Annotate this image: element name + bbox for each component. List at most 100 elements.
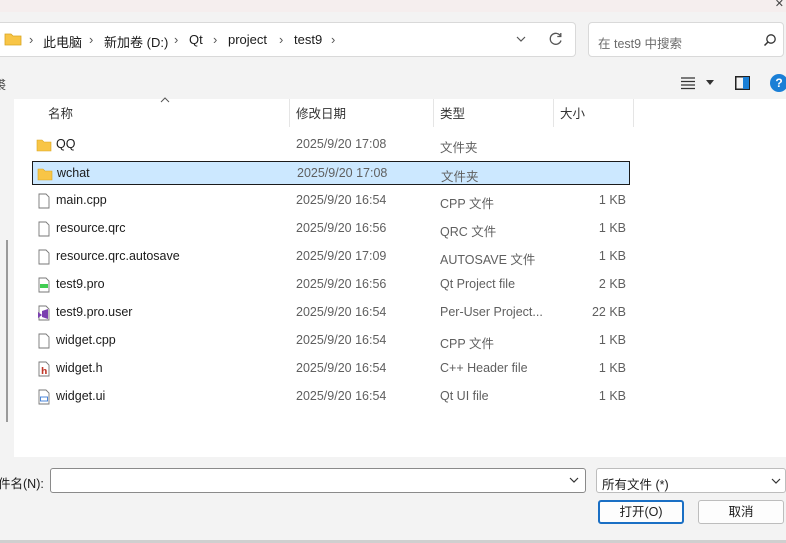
refresh-icon[interactable] [548, 31, 564, 47]
file-type: 文件夹 [440, 141, 478, 155]
file-name: widget.ui [56, 389, 106, 403]
file-type-filter[interactable]: 所有文件 (*) [596, 468, 786, 493]
list-item[interactable]: main.cpp 2025/9/20 16:54 CPP 文件 1 KB [32, 189, 630, 213]
file-size: 1 KB [598, 389, 626, 403]
file-size: 1 KB [598, 221, 626, 235]
list-item[interactable]: h widget.h 2025/9/20 16:54 C++ Header fi… [32, 357, 630, 381]
file-size: 2 KB [598, 277, 626, 291]
breadcrumb-separator[interactable]: › [279, 32, 283, 47]
column-header-date[interactable]: 修改日期 [296, 103, 346, 127]
file-name: test9.pro [56, 277, 105, 291]
file-date: 2025/9/20 16:54 [296, 361, 387, 375]
file-name: test9.pro.user [56, 305, 133, 319]
list-item[interactable]: widget.ui 2025/9/20 16:54 Qt UI file 1 K… [32, 385, 630, 409]
file-date: 2025/9/20 17:08 [297, 166, 388, 180]
chevron-down-icon[interactable] [771, 477, 781, 485]
qt-project-icon [38, 277, 50, 293]
address-bar[interactable]: › 此电脑 › 新加卷 (D:) › Qt › project › test9 … [0, 22, 576, 57]
organize-menu-fragment[interactable]: 裘 [0, 76, 6, 93]
column-divider[interactable] [633, 99, 634, 127]
file-type: Qt UI file [440, 389, 489, 403]
column-header-type[interactable]: 类型 [440, 103, 465, 127]
document-icon [38, 193, 50, 209]
column-divider[interactable] [433, 99, 434, 127]
file-name: main.cpp [56, 193, 107, 207]
file-type: Qt Project file [440, 277, 516, 291]
visual-studio-icon [38, 305, 50, 321]
file-date: 2025/9/20 16:54 [296, 305, 387, 319]
document-icon [38, 249, 50, 265]
breadcrumb-separator[interactable]: › [331, 32, 335, 47]
file-type: 文件夹 [441, 170, 479, 184]
chevron-down-icon[interactable] [569, 476, 579, 484]
column-divider[interactable] [289, 99, 290, 127]
caret-down-icon[interactable] [706, 80, 714, 86]
close-icon[interactable]: ✕ [775, 0, 784, 10]
file-date: 2025/9/20 16:54 [296, 389, 387, 403]
file-type: AUTOSAVE 文件 [440, 253, 536, 267]
file-type: CPP 文件 [440, 337, 494, 351]
list-item[interactable]: QQ 2025/9/20 17:08 文件夹 [32, 133, 630, 157]
filename-field[interactable] [50, 468, 586, 493]
breadcrumb-separator[interactable]: › [89, 32, 93, 47]
file-date: 2025/9/20 16:56 [296, 221, 387, 235]
breadcrumb-separator[interactable]: › [174, 32, 178, 47]
column-header-name[interactable]: 名称 [48, 103, 73, 127]
breadcrumb-drive-d[interactable]: 新加卷 (D:) [104, 32, 168, 51]
cancel-button[interactable]: 取消 [698, 500, 784, 524]
file-type: QRC 文件 [440, 225, 497, 239]
list-item-selected[interactable]: wchat 2025/9/20 17:08 文件夹 [32, 161, 630, 185]
file-name: resource.qrc.autosave [56, 249, 180, 263]
ui-file-icon [38, 389, 50, 405]
view-menu-icon[interactable] [680, 76, 696, 90]
file-name: widget.cpp [56, 333, 116, 347]
chevron-down-icon[interactable] [514, 32, 528, 46]
file-date: 2025/9/20 17:09 [296, 249, 387, 263]
list-item[interactable]: test9.pro.user 2025/9/20 16:54 Per-User … [32, 301, 630, 325]
header-file-icon: h [38, 361, 50, 377]
file-type: C++ Header file [440, 361, 528, 375]
file-type: Per-User Project... [440, 305, 543, 319]
file-size: 22 KB [591, 305, 626, 319]
file-date: 2025/9/20 16:56 [296, 277, 387, 291]
folder-icon [36, 139, 52, 152]
file-size: 1 KB [598, 361, 626, 375]
folder-icon [4, 33, 22, 46]
folder-icon [37, 168, 53, 181]
svg-text:h: h [41, 367, 47, 377]
column-header-size[interactable]: 大小 [560, 103, 585, 127]
file-name: wchat [57, 166, 90, 180]
list-item[interactable]: resource.qrc.autosave 2025/9/20 17:09 AU… [32, 245, 630, 269]
breadcrumb-separator[interactable]: › [29, 32, 33, 47]
search-icon[interactable] [763, 33, 777, 47]
file-size: 1 KB [598, 333, 626, 347]
breadcrumb-test9[interactable]: test9 [294, 32, 322, 47]
file-name: widget.h [56, 361, 103, 375]
window-top-strip: ✕ [0, 0, 786, 12]
breadcrumb-separator[interactable]: › [213, 32, 217, 47]
list-item[interactable]: widget.cpp 2025/9/20 16:54 CPP 文件 1 KB [32, 329, 630, 353]
file-type: CPP 文件 [440, 197, 494, 211]
file-size: 1 KB [598, 249, 626, 263]
file-date: 2025/9/20 16:54 [296, 333, 387, 347]
breadcrumb-this-pc[interactable]: 此电脑 [43, 32, 82, 51]
help-icon[interactable]: ? [770, 74, 786, 92]
file-name: resource.qrc [56, 221, 126, 235]
list-item[interactable]: test9.pro 2025/9/20 16:56 Qt Project fil… [32, 273, 630, 297]
file-size: 1 KB [598, 193, 626, 207]
list-item[interactable]: resource.qrc 2025/9/20 16:56 QRC 文件 1 KB [32, 217, 630, 241]
breadcrumb-project[interactable]: project [228, 32, 267, 47]
sort-ascending-icon [160, 97, 170, 103]
file-name: QQ [56, 137, 76, 151]
open-button[interactable]: 打开(O) [598, 500, 684, 524]
breadcrumb-qt[interactable]: Qt [189, 32, 203, 47]
column-divider[interactable] [553, 99, 554, 127]
document-icon [38, 221, 50, 237]
search-box[interactable]: 在 test9 中搜索 [588, 22, 784, 57]
document-icon [38, 333, 50, 349]
preview-pane-icon[interactable] [735, 76, 750, 90]
search-input[interactable]: 在 test9 中搜索 [598, 33, 682, 52]
nav-pane-scrollbar[interactable] [6, 240, 8, 422]
file-type-filter-value[interactable]: 所有文件 (*) [602, 474, 669, 493]
file-date: 2025/9/20 16:54 [296, 193, 387, 207]
